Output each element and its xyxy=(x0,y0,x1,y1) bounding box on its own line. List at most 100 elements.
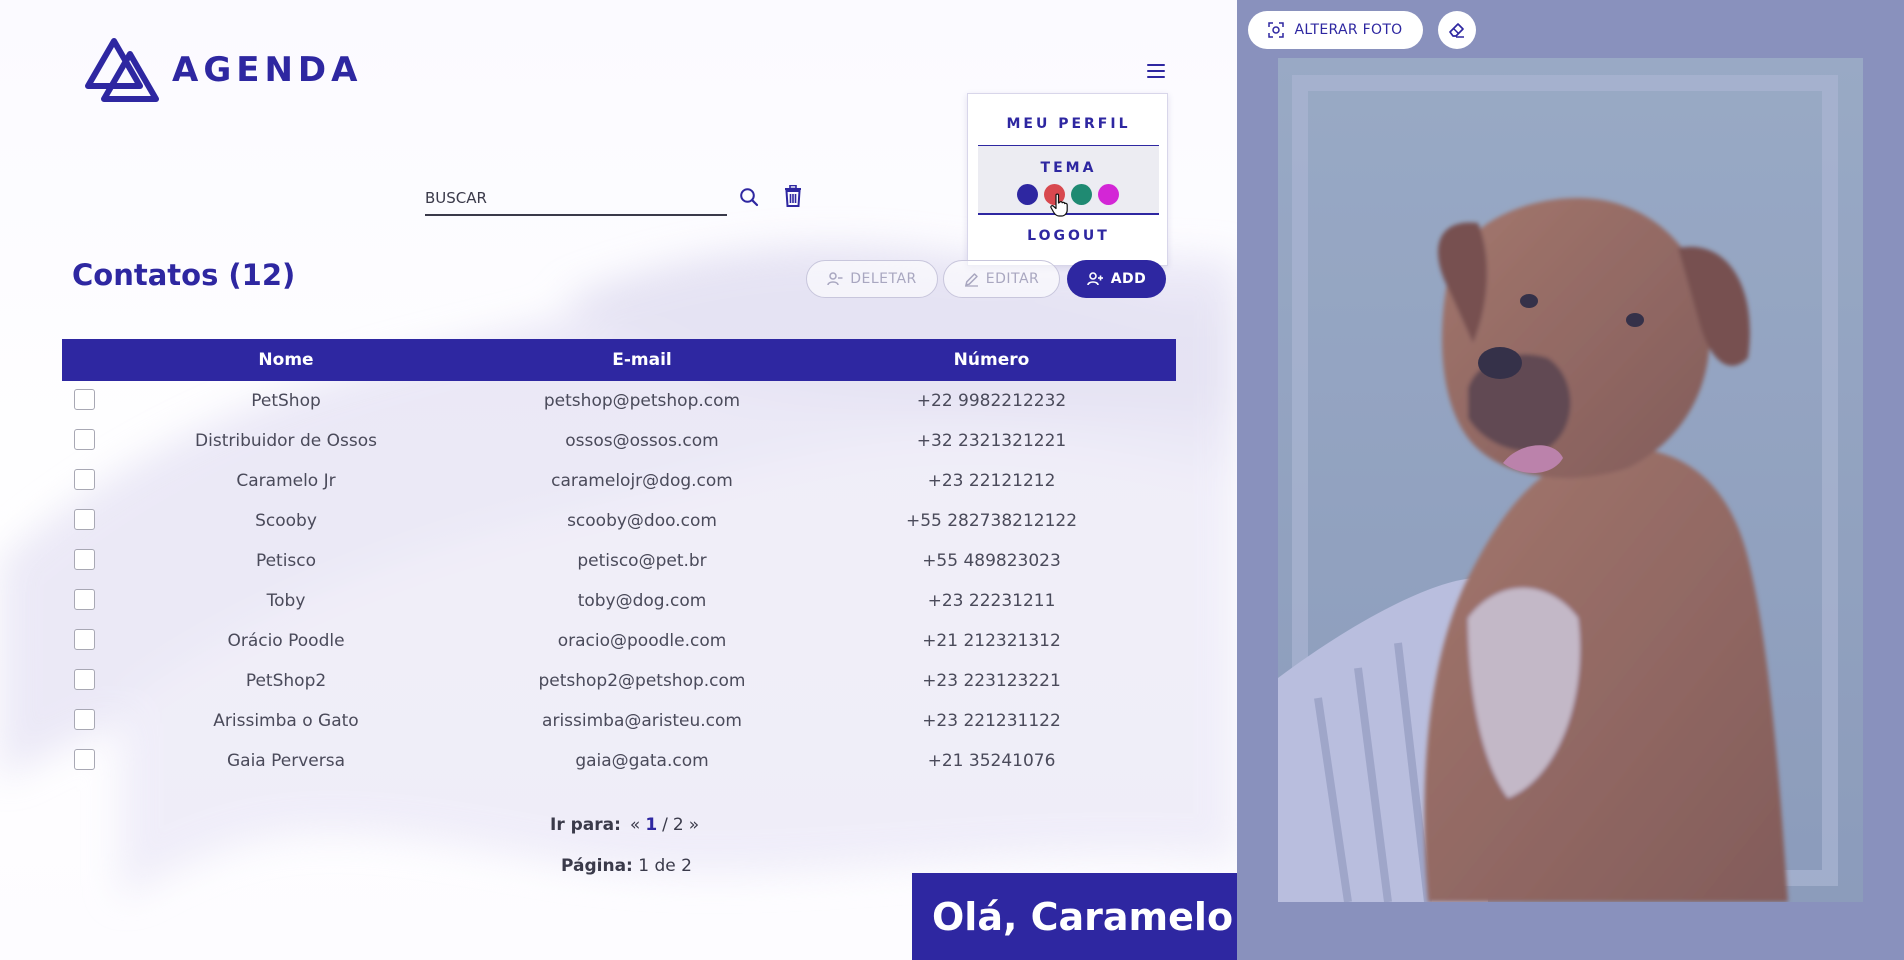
row-checkbox[interactable] xyxy=(74,708,95,730)
contact-phone: +32 2321321221 xyxy=(916,431,1067,451)
table-header-phone[interactable]: Número xyxy=(807,339,1176,381)
contact-name: Distribuidor de Ossos xyxy=(195,431,377,451)
agenda-logo[interactable]: AGENDA xyxy=(84,36,362,104)
edit-contact-button[interactable]: EDITAR xyxy=(943,260,1060,298)
delete-contact-button[interactable]: DELETAR xyxy=(806,260,938,298)
profile-photo xyxy=(1278,58,1863,902)
contact-email: arissimba@aristeu.com xyxy=(542,711,742,731)
table-row[interactable]: Arissimba o Gato arissimba@aristeu.com +23… xyxy=(62,701,1176,741)
trash-icon[interactable] xyxy=(782,184,804,208)
contact-name: Orácio Poodle xyxy=(227,631,345,651)
add-button-label: ADD xyxy=(1110,271,1147,287)
contact-phone: +22 9982212232 xyxy=(916,391,1067,411)
row-checkbox[interactable] xyxy=(74,428,95,450)
contact-email: gaia@gata.com xyxy=(575,751,709,771)
menu-item-logout[interactable]: LOGOUT xyxy=(978,228,1159,244)
pagination-current-page[interactable]: 1 xyxy=(645,815,657,835)
pagination: Ir para: « 1 / 2 » xyxy=(550,815,699,835)
pencil-icon xyxy=(964,272,978,287)
table-row[interactable]: Distribuidor de Ossos ossos@ossos.com +32 … xyxy=(62,421,1176,461)
change-photo-button[interactable]: ALTERAR FOTO xyxy=(1248,11,1423,49)
contact-phone: +21 35241076 xyxy=(927,751,1056,771)
contact-email: scooby@doo.com xyxy=(567,511,717,531)
contact-email: petisco@pet.br xyxy=(577,551,707,571)
delete-button-label: DELETAR xyxy=(850,271,917,287)
theme-color-option[interactable] xyxy=(1044,184,1065,205)
row-checkbox[interactable] xyxy=(74,468,95,490)
eraser-button[interactable] xyxy=(1438,11,1476,49)
page-title: Contatos (12) xyxy=(72,258,296,292)
table-row[interactable]: Orácio Poodle oracio@poodle.com +21 212321… xyxy=(62,621,1176,661)
search-input[interactable] xyxy=(425,178,727,214)
contact-email: caramelojr@dog.com xyxy=(551,471,733,491)
table-row[interactable]: PetShop petshop@petshop.com +22 9982212232 xyxy=(62,381,1176,421)
contact-name: PetShop xyxy=(251,391,321,411)
table-row[interactable]: Caramelo Jr caramelojr@dog.com +23 2212121… xyxy=(62,461,1176,501)
edit-button-label: EDITAR xyxy=(985,271,1040,287)
contact-email: petshop2@petshop.com xyxy=(538,671,746,691)
table-header-email[interactable]: E-mail xyxy=(477,339,807,381)
row-checkbox[interactable] xyxy=(74,588,95,610)
contact-name: Arissimba o Gato xyxy=(213,711,359,731)
contact-phone: +23 223123221 xyxy=(922,671,1061,691)
contact-email: petshop@petshop.com xyxy=(543,391,741,411)
change-photo-label: ALTERAR FOTO xyxy=(1294,22,1403,38)
row-checkbox[interactable] xyxy=(74,668,95,690)
contact-email: toby@dog.com xyxy=(577,591,707,611)
contact-email: ossos@ossos.com xyxy=(565,431,719,451)
contact-phone: +23 22231211 xyxy=(927,591,1056,611)
theme-color-option[interactable] xyxy=(1098,184,1119,205)
theme-color-option[interactable] xyxy=(1071,184,1092,205)
hamburger-menu-icon[interactable] xyxy=(1146,62,1166,80)
row-checkbox[interactable] xyxy=(74,628,95,650)
menu-theme-label: TEMA xyxy=(1040,160,1097,176)
pagination-total-pages[interactable]: 2 xyxy=(673,815,684,835)
logo-icon xyxy=(85,38,159,102)
menu-divider xyxy=(978,213,1159,215)
page-info: Página: 1 de 2 xyxy=(561,856,692,876)
contact-phone: +55 489823023 xyxy=(922,551,1061,571)
brand-name: AGENDA xyxy=(172,50,363,90)
pagination-goto-label: Ir para: xyxy=(550,815,621,835)
page-info-value: 1 de 2 xyxy=(638,856,692,876)
theme-color-option[interactable] xyxy=(1017,184,1038,205)
pagination-prev[interactable]: « xyxy=(630,815,640,835)
table-header-name[interactable]: Nome xyxy=(95,339,477,381)
row-checkbox[interactable] xyxy=(74,388,95,410)
theme-color-options xyxy=(1017,184,1119,205)
contact-phone: +23 22121212 xyxy=(927,471,1056,491)
user-greeting: Olá, Caramelo xyxy=(912,873,1237,960)
eraser-icon xyxy=(1449,23,1464,38)
dog-photo xyxy=(1278,58,1863,902)
contact-name: Scooby xyxy=(255,511,317,531)
search-icon[interactable] xyxy=(738,186,760,208)
contact-name: Petisco xyxy=(255,551,317,571)
contact-phone: +23 221231122 xyxy=(922,711,1061,731)
contacts-table-body: PetShop petshop@petshop.com +22 9982212232… xyxy=(62,381,1176,781)
camera-frame-icon xyxy=(1268,22,1285,38)
search-box xyxy=(425,178,727,216)
add-contact-button[interactable]: ADD xyxy=(1067,260,1166,298)
add-user-icon xyxy=(1086,272,1103,286)
contact-phone: +21 212321312 xyxy=(922,631,1061,651)
profile-photo-panel: ALTERAR FOTO xyxy=(1237,0,1904,960)
table-row[interactable]: Toby toby@dog.com +23 22231211 xyxy=(62,581,1176,621)
contact-email: oracio@poodle.com xyxy=(557,631,727,651)
main-panel: AGENDA MEU PERFIL TEMA LOGOUT BUSCAR Con… xyxy=(0,0,1237,960)
table-row[interactable]: Gaia Perversa gaia@gata.com +21 35241076 xyxy=(62,741,1176,781)
pagination-next[interactable]: » xyxy=(689,815,699,835)
row-checkbox[interactable] xyxy=(74,508,95,530)
table-row[interactable]: Scooby scooby@doo.com +55 282738212122 xyxy=(62,501,1176,541)
row-checkbox[interactable] xyxy=(74,548,95,570)
table-header-row: Nome E-mail Número xyxy=(62,339,1176,381)
user-dropdown-menu: MEU PERFIL TEMA LOGOUT xyxy=(967,93,1168,266)
pagination-separator: / xyxy=(662,815,668,835)
table-header-select xyxy=(62,339,95,381)
menu-item-profile[interactable]: MEU PERFIL xyxy=(978,116,1159,132)
table-row[interactable]: Petisco petisco@pet.br +55 489823023 xyxy=(62,541,1176,581)
contact-name: Caramelo Jr xyxy=(236,471,336,491)
contact-name: Gaia Perversa xyxy=(226,751,345,771)
remove-user-icon xyxy=(827,272,843,286)
row-checkbox[interactable] xyxy=(74,748,95,770)
table-row[interactable]: PetShop2 petshop2@petshop.com +23 22312322… xyxy=(62,661,1176,701)
